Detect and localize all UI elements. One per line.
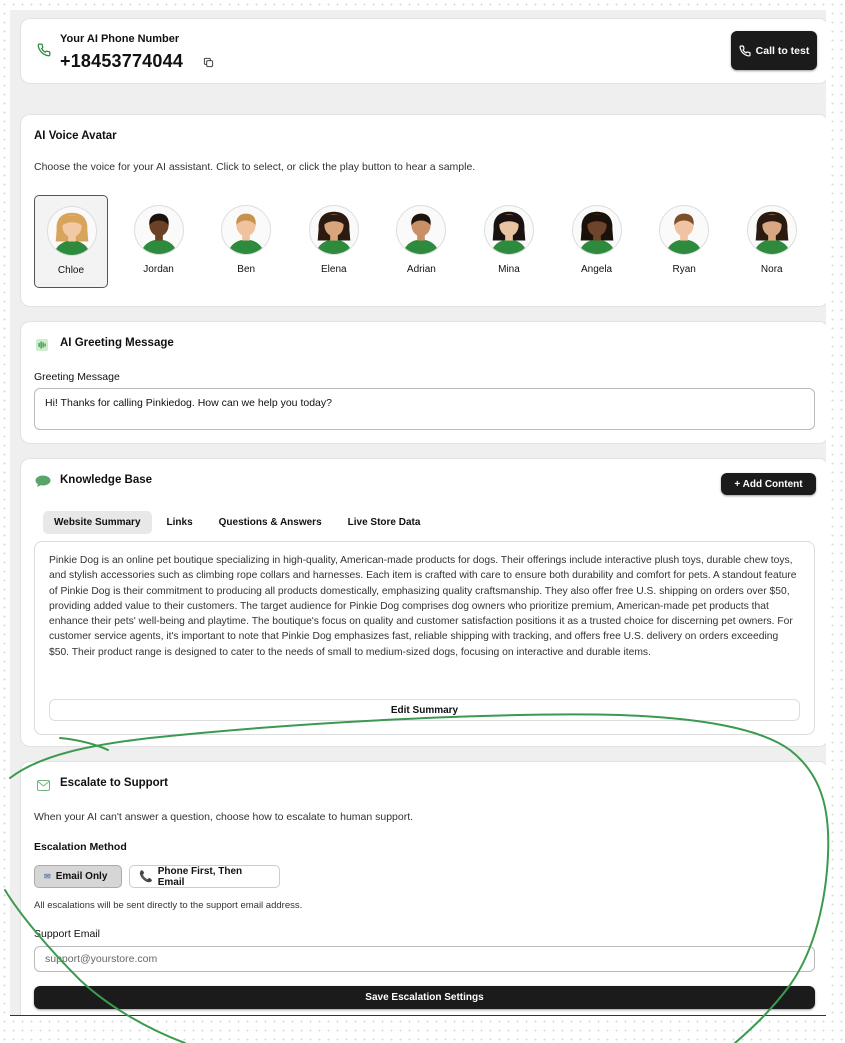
escalate-card: Escalate to Support When your AI can't a… <box>20 761 826 1016</box>
support-email-label: Support Email <box>34 928 100 940</box>
escalate-description: When your AI can't answer a question, ch… <box>34 811 414 823</box>
chat-bubble-icon <box>35 475 51 487</box>
call-to-test-button[interactable]: Call to test <box>731 31 817 70</box>
greeting-card: AI Greeting Message Greeting Message Hi!… <box>20 321 826 444</box>
voice-avatar-card: AI Voice Avatar Choose the voice for you… <box>20 114 826 307</box>
edit-summary-button[interactable]: Edit Summary <box>49 699 800 721</box>
email-only-label: Email Only <box>55 871 108 882</box>
phone-icon <box>739 44 751 57</box>
greeting-title: AI Greeting Message <box>60 337 174 349</box>
mail-icon: ✉ <box>44 872 51 881</box>
avatar-list: Chloe Jordan Ben Elena Adrian Mina Angela Ryan N… <box>34 195 822 288</box>
greeting-message-input[interactable]: Hi! Thanks for calling Pinkiedog. How ca… <box>34 388 815 430</box>
avatar-option-nora[interactable]: Nora <box>735 195 809 288</box>
tab-website-summary[interactable]: Website Summary <box>43 511 152 534</box>
avatar-name: Ryan <box>672 264 696 275</box>
avatar-image <box>308 205 359 255</box>
avatar-image <box>571 205 622 255</box>
summary-panel: Pinkie Dog is an online pet boutique spe… <box>34 541 815 735</box>
avatar-name: Nora <box>760 264 783 275</box>
avatar-image <box>396 205 447 255</box>
avatar-option-ben[interactable]: Ben <box>209 195 283 288</box>
avatar-option-angela[interactable]: Angela <box>560 195 634 288</box>
avatar-name: Angela <box>580 264 613 275</box>
avatar-image <box>659 205 710 255</box>
tab-links[interactable]: Links <box>156 511 204 534</box>
avatar-image <box>746 205 797 255</box>
knowledge-tabs: Website Summary Links Questions & Answer… <box>43 511 431 534</box>
bottom-divider <box>10 1015 826 1016</box>
phone-icon: 📞 <box>139 871 153 883</box>
avatar-image <box>47 206 97 256</box>
phone-number-value: +18453774044 <box>60 51 184 71</box>
avatar-option-mina[interactable]: Mina <box>472 195 546 288</box>
save-escalation-button[interactable]: Save Escalation Settings <box>34 986 815 1009</box>
escalation-method-label: Escalation Method <box>34 841 127 853</box>
phone-first-label: Phone First, Then Email <box>157 865 243 888</box>
phone-number-label: Your AI Phone Number <box>60 33 180 45</box>
voice-avatar-description: Choose the voice for your AI assistant. … <box>34 161 476 173</box>
phone-icon <box>37 43 51 57</box>
avatar-name: Chloe <box>57 265 85 276</box>
voice-avatar-title: AI Voice Avatar <box>34 130 117 142</box>
copy-icon[interactable] <box>203 57 214 68</box>
escalate-title: Escalate to Support <box>60 777 168 789</box>
phone-first-option[interactable]: 📞 Phone First, Then Email <box>129 865 280 888</box>
website-summary-text: Pinkie Dog is an online pet boutique spe… <box>49 555 797 658</box>
avatar-image <box>133 205 184 255</box>
greeting-field-label: Greeting Message <box>34 371 120 383</box>
avatar-name: Ben <box>237 264 256 275</box>
phone-number-card: Your AI Phone Number +18453774044 Call t… <box>20 18 826 84</box>
add-content-button[interactable]: + Add Content <box>721 473 816 495</box>
avatar-option-adrian[interactable]: Adrian <box>384 195 458 288</box>
avatar-name: Elena <box>320 264 347 275</box>
knowledge-base-title: Knowledge Base <box>60 474 153 486</box>
audio-wave-icon <box>36 339 48 351</box>
knowledge-base-card: Knowledge Base + Add Content Website Sum… <box>20 458 826 747</box>
email-only-option[interactable]: ✉ Email Only <box>34 865 122 888</box>
avatar-option-ryan[interactable]: Ryan <box>647 195 721 288</box>
mail-icon <box>37 780 50 791</box>
avatar-name: Mina <box>498 264 520 275</box>
tab-live-store-data[interactable]: Live Store Data <box>337 511 432 534</box>
call-to-test-label: Call to test <box>755 44 810 57</box>
support-email-input[interactable]: support@yourstore.com <box>34 946 815 972</box>
tab-questions-answers[interactable]: Questions & Answers <box>208 511 333 534</box>
app-container: Your AI Phone Number +18453774044 Call t… <box>10 10 826 1016</box>
avatar-option-chloe[interactable]: Chloe <box>34 195 108 288</box>
avatar-name: Adrian <box>406 264 436 275</box>
avatar-option-jordan[interactable]: Jordan <box>122 195 196 288</box>
avatar-option-elena[interactable]: Elena <box>297 195 371 288</box>
avatar-image <box>483 205 534 255</box>
escalation-note: All escalations will be sent directly to… <box>34 900 303 911</box>
avatar-name: Jordan <box>143 264 174 275</box>
avatar-image <box>221 205 272 255</box>
